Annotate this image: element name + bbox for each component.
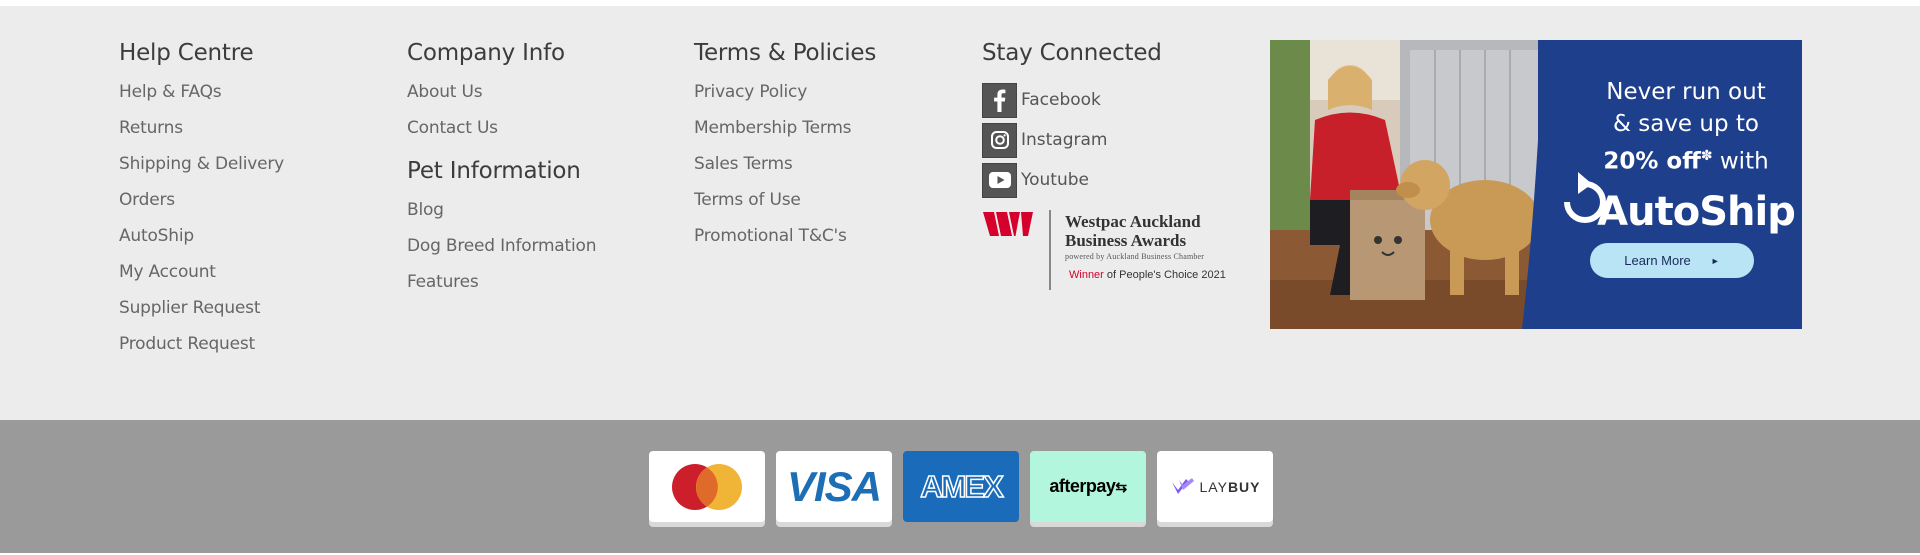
terms-of-use-link[interactable]: Terms of Use bbox=[694, 186, 876, 222]
facebook-row[interactable]: Facebook bbox=[982, 80, 1162, 120]
laybuy-icon: LAY BUY bbox=[1170, 477, 1261, 497]
afterpay-icon: afterpay⇆ bbox=[1049, 476, 1127, 497]
facebook-icon[interactable] bbox=[982, 82, 1017, 118]
instagram-link[interactable]: Instagram bbox=[1021, 130, 1108, 150]
afterpay-label: afterpay bbox=[1049, 476, 1116, 496]
returns-link[interactable]: Returns bbox=[119, 114, 284, 150]
learn-more-button[interactable]: Learn More ► bbox=[1590, 243, 1754, 278]
product-request-link[interactable]: Product Request bbox=[119, 330, 284, 366]
pet-information-list: Blog Dog Breed Information Features bbox=[407, 196, 596, 304]
help-faqs-link[interactable]: Help & FAQs bbox=[119, 78, 284, 114]
contact-us-link[interactable]: Contact Us bbox=[407, 114, 596, 150]
autoship-link[interactable]: AutoShip bbox=[119, 222, 284, 258]
banner-asterisk: ✽ bbox=[1700, 148, 1713, 164]
company-info-column: Company Info About Us Contact Us Pet Inf… bbox=[407, 36, 596, 304]
banner-headline: Never run out & save up to 20% off✽ with bbox=[1570, 76, 1802, 178]
award-winner-text: Winner of People's Choice 2021 bbox=[1069, 269, 1226, 281]
youtube-row[interactable]: Youtube bbox=[982, 160, 1162, 200]
banner-line1: Never run out bbox=[1606, 79, 1766, 105]
amex-card: AMEX bbox=[903, 451, 1019, 522]
terms-policies-list: Privacy Policy Membership Terms Sales Te… bbox=[694, 78, 876, 258]
award-subtitle: powered by Auckland Business Chamber bbox=[1065, 252, 1205, 261]
autoship-logo: AutoShip bbox=[1554, 182, 1802, 242]
terms-policies-column: Terms & Policies Privacy Policy Membersh… bbox=[694, 36, 876, 258]
youtube-icon[interactable] bbox=[982, 162, 1017, 198]
afterpay-card: afterpay⇆ bbox=[1030, 451, 1146, 522]
laybuy-lay: LAY bbox=[1199, 478, 1228, 495]
learn-more-label: Learn More bbox=[1624, 253, 1691, 268]
stay-connected-column: Stay Connected Facebook Instagram Youtub… bbox=[982, 36, 1162, 200]
instagram-row[interactable]: Instagram bbox=[982, 120, 1162, 160]
about-us-link[interactable]: About Us bbox=[407, 78, 596, 114]
company-info-heading: Company Info bbox=[407, 40, 565, 66]
membership-terms-link[interactable]: Membership Terms bbox=[694, 114, 876, 150]
mastercard-icon bbox=[672, 463, 742, 510]
westpac-award-badge: Westpac Auckland Business Awards powered… bbox=[983, 210, 1233, 290]
help-centre-column: Help Centre Help & FAQs Returns Shipping… bbox=[119, 36, 284, 366]
banner-with: with bbox=[1712, 148, 1769, 175]
laybuy-buy: BUY bbox=[1227, 478, 1261, 495]
company-info-list: About Us Contact Us bbox=[407, 78, 596, 150]
banner-line2: & save up to bbox=[1613, 111, 1759, 137]
sales-terms-link[interactable]: Sales Terms bbox=[694, 150, 876, 186]
autoship-logo-text: AutoShip bbox=[1597, 189, 1796, 235]
visa-icon: VISA bbox=[786, 462, 882, 510]
footer-links-section: Help Centre Help & FAQs Returns Shipping… bbox=[0, 6, 1920, 420]
payment-cards: VISA AMEX afterpay⇆ LAY BUY bbox=[649, 451, 1273, 522]
laybuy-heart-icon bbox=[1171, 477, 1194, 494]
autoship-banner[interactable]: Never run out & save up to 20% off✽ with… bbox=[1270, 40, 1802, 329]
my-account-link[interactable]: My Account bbox=[119, 258, 284, 294]
play-arrow-icon: ► bbox=[1710, 255, 1720, 266]
promotional-tcs-link[interactable]: Promotional T&C's bbox=[694, 222, 876, 258]
blog-link[interactable]: Blog bbox=[407, 196, 596, 232]
privacy-policy-link[interactable]: Privacy Policy bbox=[694, 78, 876, 114]
payment-methods-section: VISA AMEX afterpay⇆ LAY BUY bbox=[0, 420, 1920, 553]
shipping-delivery-link[interactable]: Shipping & Delivery bbox=[119, 150, 284, 186]
westpac-logo-icon bbox=[983, 212, 1033, 236]
visa-card: VISA bbox=[776, 451, 892, 522]
banner-discount: 20% off bbox=[1603, 148, 1701, 175]
amex-icon: AMEX bbox=[919, 468, 1004, 505]
social-links: Facebook Instagram Youtube bbox=[982, 80, 1162, 200]
help-centre-list: Help & FAQs Returns Shipping & Delivery … bbox=[119, 78, 284, 366]
terms-policies-heading: Terms & Policies bbox=[694, 40, 877, 66]
laybuy-card: LAY BUY bbox=[1157, 451, 1273, 522]
pet-information-heading: Pet Information bbox=[407, 158, 581, 184]
afterpay-arrows-icon: ⇆ bbox=[1115, 479, 1127, 495]
orders-link[interactable]: Orders bbox=[119, 186, 284, 222]
mastercard-card bbox=[649, 451, 765, 522]
features-link[interactable]: Features bbox=[407, 268, 596, 304]
youtube-link[interactable]: Youtube bbox=[1021, 170, 1089, 190]
instagram-icon[interactable] bbox=[982, 122, 1017, 158]
award-divider bbox=[1049, 210, 1051, 290]
help-centre-heading: Help Centre bbox=[119, 40, 254, 66]
facebook-link[interactable]: Facebook bbox=[1021, 90, 1101, 110]
award-title: Westpac Auckland Business Awards bbox=[1065, 212, 1201, 250]
stay-connected-heading: Stay Connected bbox=[982, 40, 1162, 66]
banner-line3: 20% off✽ with bbox=[1570, 140, 1802, 178]
supplier-request-link[interactable]: Supplier Request bbox=[119, 294, 284, 330]
award-winner-rest: of People's Choice 2021 bbox=[1103, 269, 1226, 281]
dog-breed-information-link[interactable]: Dog Breed Information bbox=[407, 232, 596, 268]
award-winner-word: Winner bbox=[1069, 269, 1104, 281]
